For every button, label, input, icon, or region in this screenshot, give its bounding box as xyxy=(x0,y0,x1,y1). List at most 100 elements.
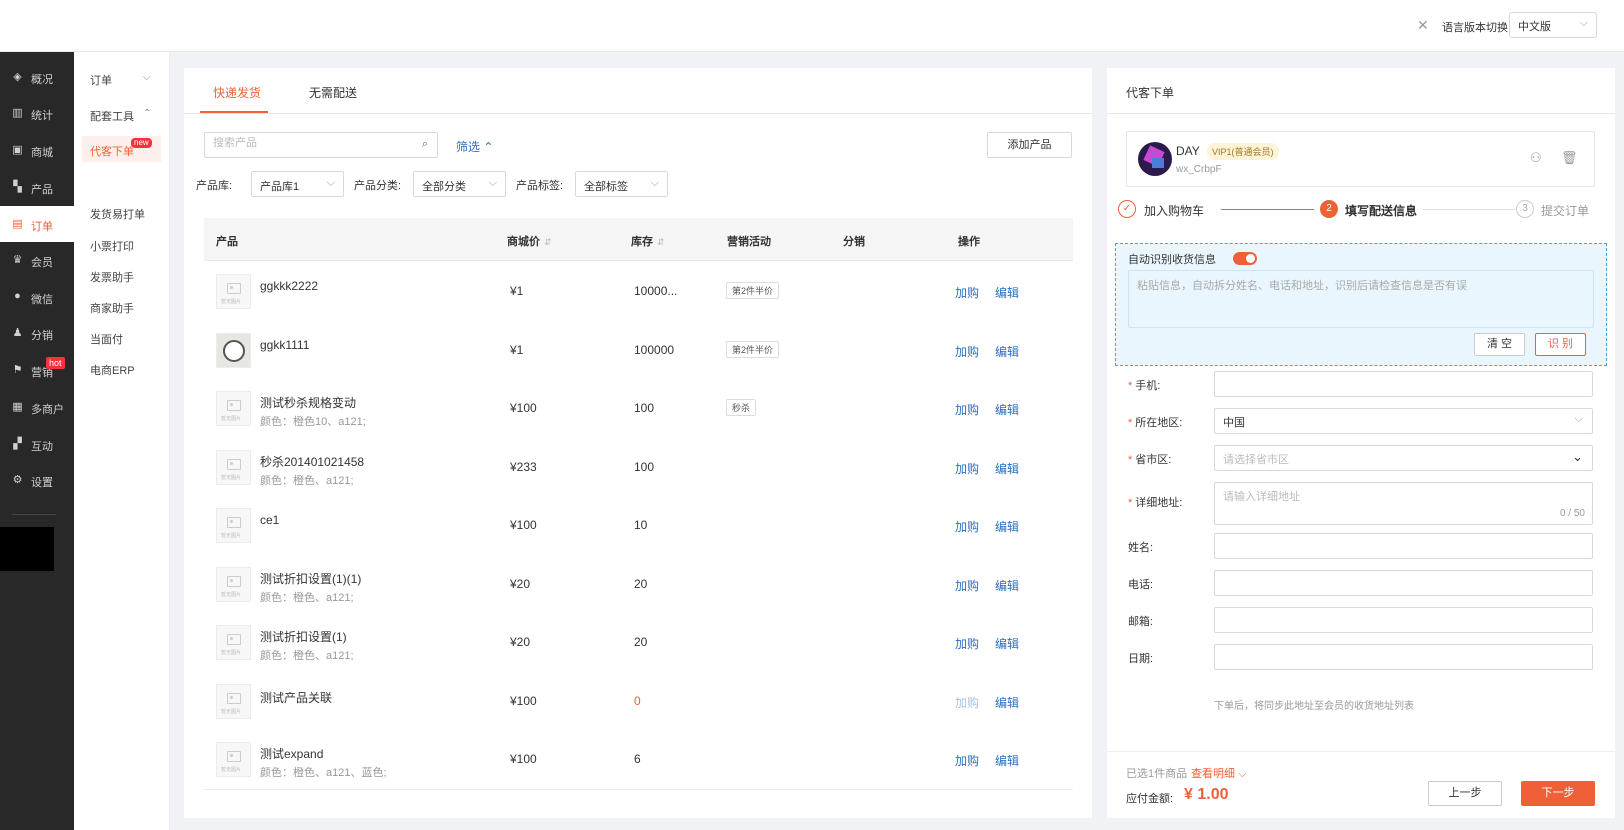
merchant-icon: ▦ xyxy=(12,401,23,413)
field-label-text: 所在地区: xyxy=(1135,417,1183,429)
search-input[interactable] xyxy=(213,137,403,149)
edit-link[interactable]: 编辑 xyxy=(995,577,1019,594)
close-icon[interactable]: ✕ xyxy=(1417,17,1429,34)
library-select[interactable]: 产品库1 ⌵ xyxy=(251,171,344,197)
product-stock: 10 xyxy=(634,518,648,532)
edit-link[interactable]: 编辑 xyxy=(995,752,1019,769)
add-to-cart-link[interactable]: 加购 xyxy=(955,460,979,477)
submenu-item-erp[interactable]: 电商ERP xyxy=(90,362,135,378)
add-to-cart-link[interactable]: 加购 xyxy=(955,577,979,594)
next-step-button[interactable]: 下一步 xyxy=(1521,781,1595,806)
search-icon[interactable]: ⌕ xyxy=(422,138,428,151)
submenu-item-merchant-helper[interactable]: 商家助手 xyxy=(90,300,134,316)
tab-express[interactable]: 快递发货 xyxy=(213,84,261,101)
product-name: ggkk1111 xyxy=(260,337,310,352)
sidebar-item-distribution[interactable]: ♟ 分销 xyxy=(0,315,74,351)
region-select[interactable]: 中国 ⌵ xyxy=(1214,408,1593,434)
clear-button[interactable]: 清 空 xyxy=(1474,333,1525,356)
member-card: DAY VIP1(普通会员) wx_CrbpF ⚇ 🗑 xyxy=(1126,131,1595,187)
tab-no-delivery[interactable]: 无需配送 xyxy=(309,84,357,101)
column-actions: 操作 xyxy=(958,236,980,248)
sidebar-item-members[interactable]: ♛ 会员 xyxy=(0,242,74,278)
filter-toggle-label: 筛选 xyxy=(456,140,481,154)
divider xyxy=(1107,113,1615,114)
picture-icon xyxy=(227,458,241,470)
add-to-cart-link[interactable]: 加购 xyxy=(955,752,979,769)
column-marketing: 营销活动 xyxy=(727,236,771,248)
sidebar-item-label: 概况 xyxy=(31,74,53,86)
email-input[interactable] xyxy=(1214,607,1593,633)
phone-input[interactable] xyxy=(1214,570,1593,596)
check-icon: ✓ xyxy=(1118,200,1136,218)
previous-step-button[interactable]: 上一步 xyxy=(1428,781,1502,806)
add-to-cart-link: 加购 xyxy=(955,695,980,710)
column-price-label: 商城价 xyxy=(507,236,540,248)
add-to-cart-link[interactable]: 加购 xyxy=(955,635,979,652)
add-to-cart-link[interactable]: 加购 xyxy=(955,518,979,535)
edit-link[interactable]: 编辑 xyxy=(995,635,1019,652)
edit-link[interactable]: 编辑 xyxy=(995,343,1019,360)
view-detail-link[interactable]: 查看明细 ⌵ xyxy=(1191,765,1246,781)
paste-info-textarea[interactable]: 粘贴信息，自动拆分姓名、电话和地址，识别后请检查信息是否有误 xyxy=(1128,270,1594,328)
placeholder-text: 暂无图片 xyxy=(221,767,242,773)
image-placeholder-icon: 暂无图片 xyxy=(216,625,251,660)
image-placeholder-icon: 暂无图片 xyxy=(216,449,251,485)
auto-recognize-toggle[interactable] xyxy=(1233,252,1257,265)
product-name: 测试折扣设置(1)(1) xyxy=(260,571,362,586)
table-row: 暂无图片 测试秒杀规格变动 颜色：橙色10、a121; ¥100 100 秒杀 加购 编辑 xyxy=(204,378,1073,439)
submenu-group-tools[interactable]: 配套工具 ⌃ xyxy=(90,108,151,124)
product-panel: 快递发货 无需配送 ⌕ 筛选 ⌃ 添加产品 产品库: 产品库1 ⌵ 产品分类: … xyxy=(184,68,1092,818)
tag-select[interactable]: 全部标签 ⌵ xyxy=(575,171,668,197)
address-textarea[interactable]: 请输入详细地址 0 / 50 xyxy=(1214,482,1593,525)
edit-link[interactable]: 编辑 xyxy=(995,284,1019,301)
sidebar-item-orders[interactable]: ▤ 订单 xyxy=(0,206,74,242)
sidebar-item-shop[interactable]: ▣ 商城 xyxy=(0,132,74,168)
date-input[interactable] xyxy=(1214,644,1593,670)
field-label-address: * 详细地址: xyxy=(1128,497,1183,509)
sidebar-item-multi-merchant[interactable]: ▦ 多商户 xyxy=(0,389,74,425)
flag-icon: ⚑ xyxy=(12,364,23,376)
submenu-item-face-pay[interactable]: 当面付 xyxy=(90,331,123,347)
product-price: ¥100 xyxy=(510,752,537,766)
sidebar-item-interact[interactable]: ▞ 互动 xyxy=(0,426,74,462)
language-select[interactable]: 中文版 ⌵ xyxy=(1509,12,1597,38)
edit-link[interactable]: 编辑 xyxy=(995,694,1019,711)
sidebar-item-overview[interactable]: ◈ 概况 xyxy=(0,59,74,95)
edit-link[interactable]: 编辑 xyxy=(995,401,1019,418)
submenu-group-orders[interactable]: 订单 ⌵ xyxy=(90,72,151,88)
sidebar-item-label: 产品 xyxy=(31,184,53,196)
column-price[interactable]: 商城价 ⇵ xyxy=(507,233,552,249)
table-row: 暂无图片 测试折扣设置(1)(1) 颜色：橙色、a121; ¥20 20 加购 编辑 xyxy=(204,553,1073,615)
add-to-cart-link[interactable]: 加购 xyxy=(955,284,979,301)
edit-link[interactable]: 编辑 xyxy=(995,518,1019,535)
mobile-input[interactable] xyxy=(1214,371,1593,397)
filter-toggle[interactable]: 筛选 ⌃ xyxy=(456,138,493,155)
province-city-select[interactable]: 请选择省市区 ⌄ xyxy=(1214,445,1593,471)
table-row: 暂无图片 测试产品关联 ¥100 0 加购 编辑 xyxy=(204,670,1073,732)
sidebar-item-wechat[interactable]: ● 微信 xyxy=(0,279,74,315)
switch-user-icon[interactable]: ⚇ xyxy=(1530,150,1542,166)
product-price: ¥20 xyxy=(510,576,531,591)
trash-icon[interactable]: 🗑 xyxy=(1561,150,1578,166)
sub-menu: 订单 ⌵ 配套工具 ⌃ 发货易打单 小票打印 发票助手 商家助手 当面付 电商E… xyxy=(74,52,170,830)
submenu-item-receipt-print[interactable]: 小票打印 xyxy=(90,238,134,254)
edit-link[interactable]: 编辑 xyxy=(995,460,1019,477)
name-input[interactable] xyxy=(1214,533,1593,559)
sidebar-item-label: 多商户 xyxy=(31,404,64,416)
main-sidebar: ◈ 概况 ▥ 统计 ▣ 商城 ▚ 产品 ▤ 订单 ♛ 会员 ● 微信 ♟ 分销 … xyxy=(0,52,74,830)
column-stock[interactable]: 库存 ⇵ xyxy=(631,233,665,249)
add-product-button[interactable]: 添加产品 xyxy=(987,132,1072,158)
sidebar-item-settings[interactable]: ⚙ 设置 xyxy=(0,462,74,498)
recognize-button[interactable]: 识 别 xyxy=(1535,333,1586,356)
submenu-item-invoice-helper[interactable]: 发票助手 xyxy=(90,269,134,285)
category-select[interactable]: 全部分类 ⌵ xyxy=(413,171,506,197)
sidebar-item-products[interactable]: ▚ 产品 xyxy=(0,169,74,205)
add-to-cart-link[interactable]: 加购 xyxy=(955,401,979,418)
product-price: ¥100 xyxy=(510,401,537,415)
add-to-cart-link[interactable]: 加购 xyxy=(955,343,979,360)
address-placeholder: 请输入详细地址 xyxy=(1223,491,1300,503)
submenu-item-proxy-order-label: 代客下单 xyxy=(90,146,134,158)
product-search[interactable]: ⌕ xyxy=(204,132,438,158)
submenu-item-invoice-print[interactable]: 发货易打单 xyxy=(90,206,145,222)
sidebar-item-stats[interactable]: ▥ 统计 xyxy=(0,95,74,131)
